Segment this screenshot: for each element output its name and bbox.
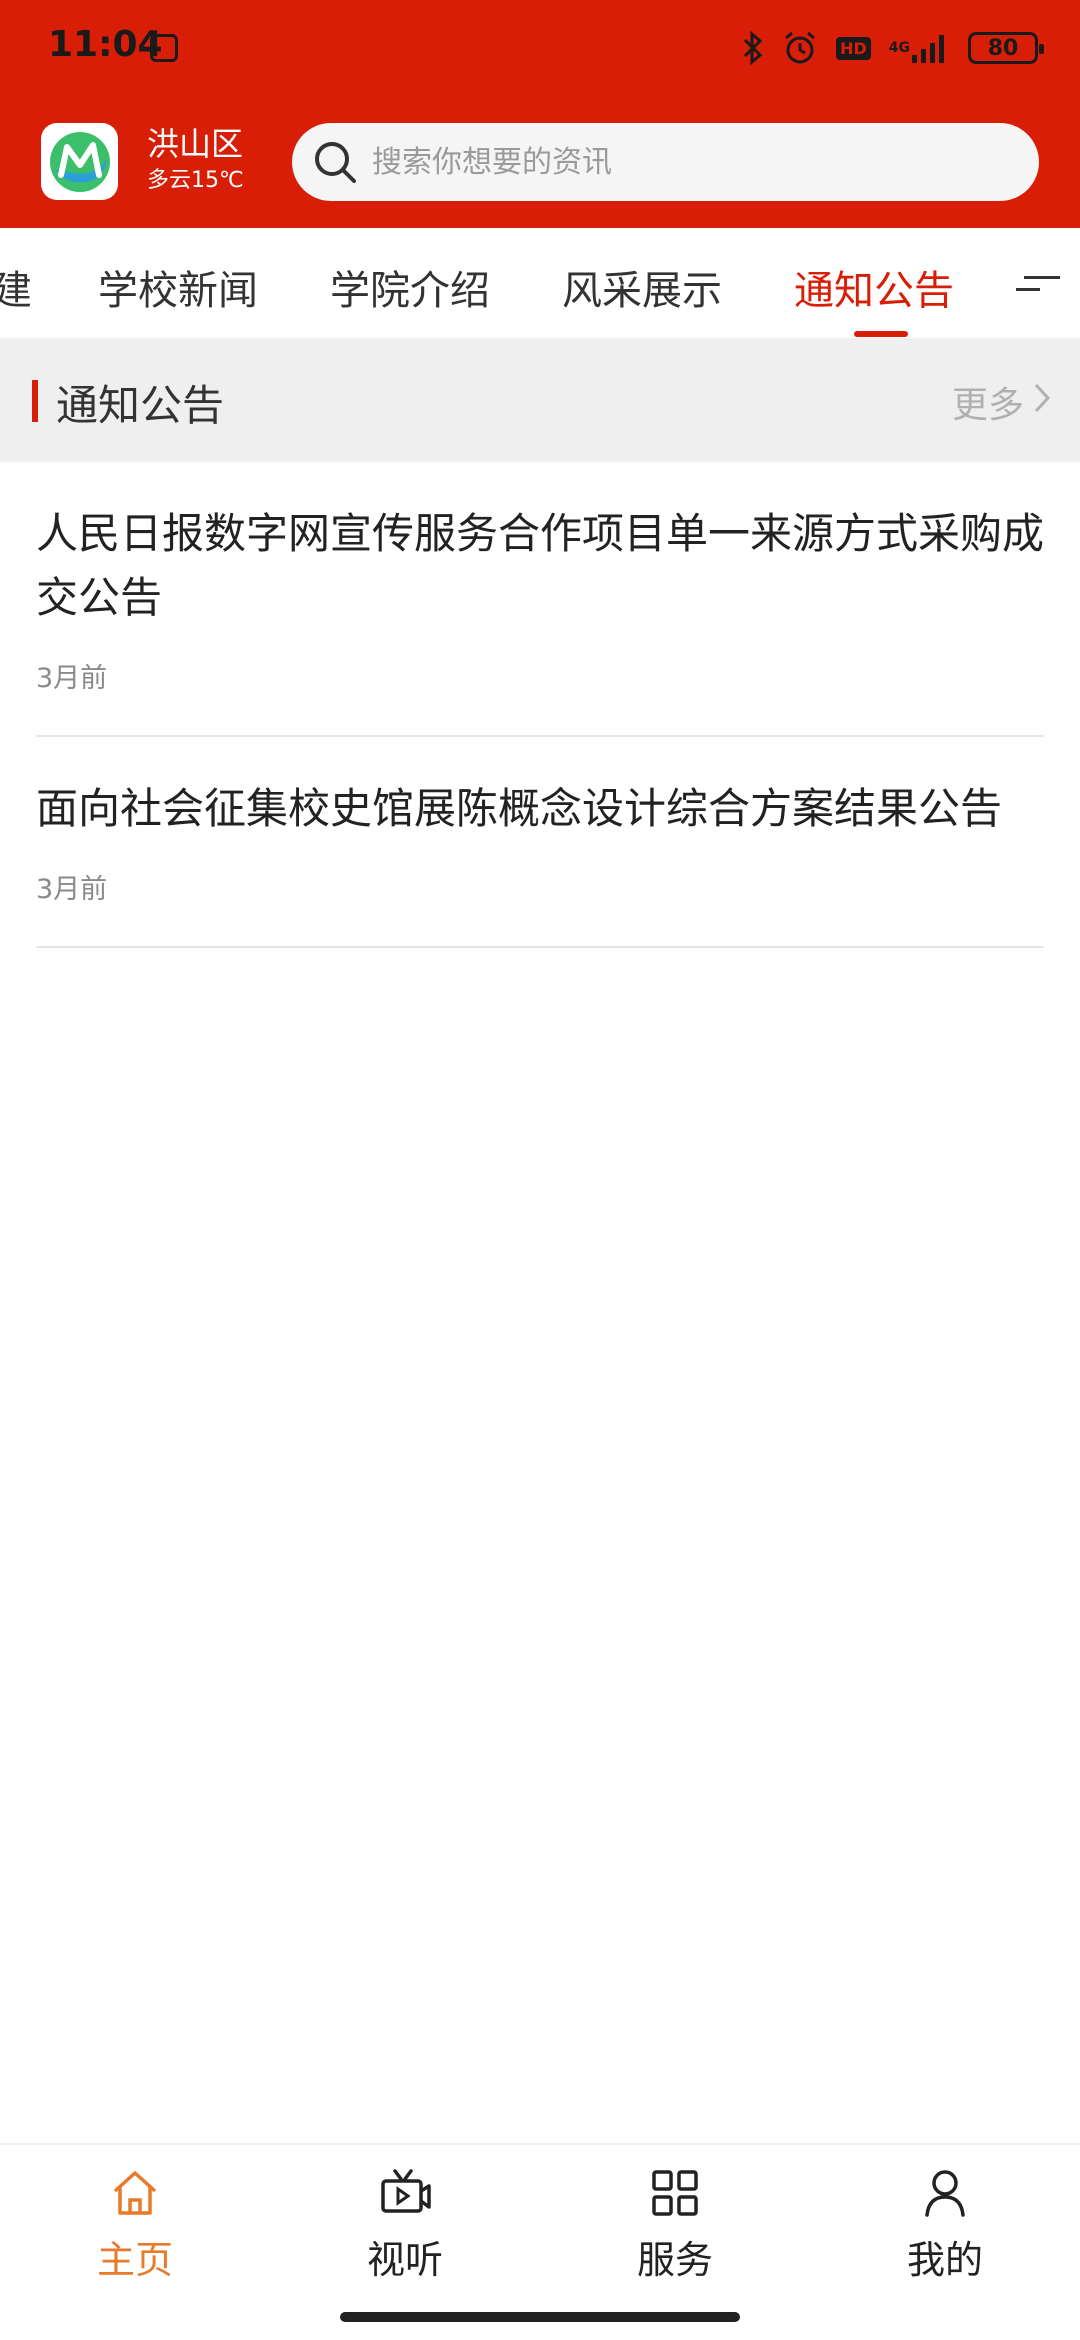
more-link[interactable]: 更多 xyxy=(952,376,1052,428)
location-city: 洪山区 xyxy=(147,125,244,163)
nav-services-label: 服务 xyxy=(636,2238,713,2282)
section-accent-bar xyxy=(32,380,38,422)
network-type-label: 4G xyxy=(888,40,910,56)
home-indicator-bar[interactable] xyxy=(340,2312,740,2322)
chevron-right-icon xyxy=(1032,381,1052,424)
status-bar: 11:04 HD 4G 80 xyxy=(0,0,1080,96)
app-logo[interactable] xyxy=(41,123,118,200)
app-header: 洪山区 多云15℃ xyxy=(0,96,1080,228)
list-item[interactable]: 面向社会征集校史馆展陈概念设计综合方案结果公告 3月前 xyxy=(36,737,1044,948)
app-screen: 11:04 HD 4G 80 洪山区 多云15℃ 搜索你想要的资讯 建 学校新闻… xyxy=(0,0,1080,2340)
top-header-area: 11:04 HD 4G 80 洪山区 多云15℃ 搜索你想要的资讯 xyxy=(0,0,1080,228)
tab-college-intro[interactable]: 学院介绍 xyxy=(330,258,490,316)
tab-notices[interactable]: 通知公告 xyxy=(794,258,954,316)
nav-home[interactable]: 主页 xyxy=(0,2145,270,2315)
section-header: 通知公告 更多 xyxy=(0,338,1080,462)
grid-icon xyxy=(645,2163,705,2223)
list-item[interactable]: 人民日报数字网宣传服务合作项目单一来源方式采购成交公告 3月前 xyxy=(36,462,1044,737)
tab-school-news[interactable]: 学校新闻 xyxy=(98,258,258,316)
category-tabs: 建 学校新闻 学院介绍 风采展示 通知公告 xyxy=(0,228,1080,338)
status-time: 11:04 xyxy=(48,24,163,65)
bluetooth-icon xyxy=(742,30,764,66)
nav-services[interactable]: 服务 xyxy=(540,2145,810,2315)
list-item-time: 3月前 xyxy=(36,874,108,905)
nav-home-label: 主页 xyxy=(96,2238,173,2282)
notification-app-icon xyxy=(150,34,178,62)
nav-av[interactable]: 视听 xyxy=(270,2145,540,2315)
alarm-icon xyxy=(782,30,818,66)
status-indicators: HD 4G 80 xyxy=(742,26,1044,70)
tab-menu-icon[interactable] xyxy=(1016,266,1060,302)
tab-showcase[interactable]: 风采展示 xyxy=(562,258,722,316)
section-title: 通知公告 xyxy=(56,381,225,430)
bottom-nav: 主页 视听 服务 我的 xyxy=(0,2143,1080,2340)
nav-profile-label: 我的 xyxy=(906,2238,983,2282)
battery-indicator: 80 xyxy=(968,32,1044,64)
hd-badge: HD xyxy=(836,36,871,60)
user-icon xyxy=(915,2163,975,2223)
nav-av-label: 视听 xyxy=(366,2238,443,2282)
signal-icon: 4G xyxy=(889,33,950,63)
weather-text: 多云15℃ xyxy=(147,168,244,193)
tv-icon xyxy=(375,2163,435,2223)
list-item-title: 人民日报数字网宣传服务合作项目单一来源方式采购成交公告 xyxy=(36,509,1045,622)
search-input[interactable] xyxy=(372,144,1012,180)
list-item-time: 3月前 xyxy=(36,663,108,694)
more-label: 更多 xyxy=(951,385,1024,426)
active-tab-indicator xyxy=(854,331,908,337)
search-icon xyxy=(310,137,360,187)
search-bar[interactable] xyxy=(292,123,1039,201)
notice-list: 人民日报数字网宣传服务合作项目单一来源方式采购成交公告 3月前 面向社会征集校史… xyxy=(36,462,1044,948)
nav-profile[interactable]: 我的 xyxy=(810,2145,1080,2315)
list-item-title: 面向社会征集校史馆展陈概念设计综合方案结果公告 xyxy=(36,784,1003,833)
tab-party-building[interactable]: 建 xyxy=(0,258,32,316)
location-weather[interactable]: 洪山区 多云15℃ xyxy=(147,124,244,196)
home-icon xyxy=(105,2163,165,2223)
